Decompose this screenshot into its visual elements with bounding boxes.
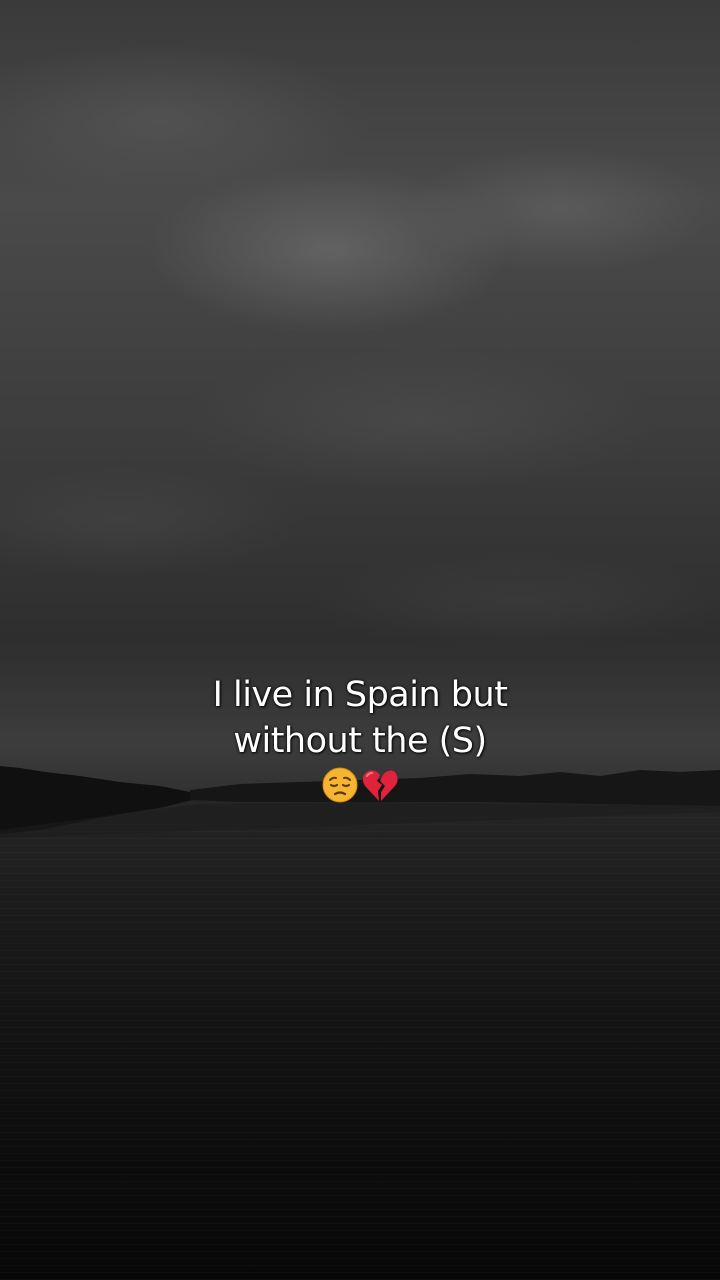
pensive-face-emoji-icon — [322, 767, 358, 803]
broken-heart-emoji-icon — [362, 770, 398, 801]
video-frame: I live in Spain but without the (S) — [0, 0, 720, 1280]
caption-line-2: without the (S) — [233, 721, 487, 761]
caption-line-1: I live in Spain but — [212, 675, 508, 715]
emoji-row — [0, 766, 720, 804]
water-ripples — [0, 810, 720, 1280]
caption-text-block: I live in Spain but without the (S) — [0, 672, 720, 804]
